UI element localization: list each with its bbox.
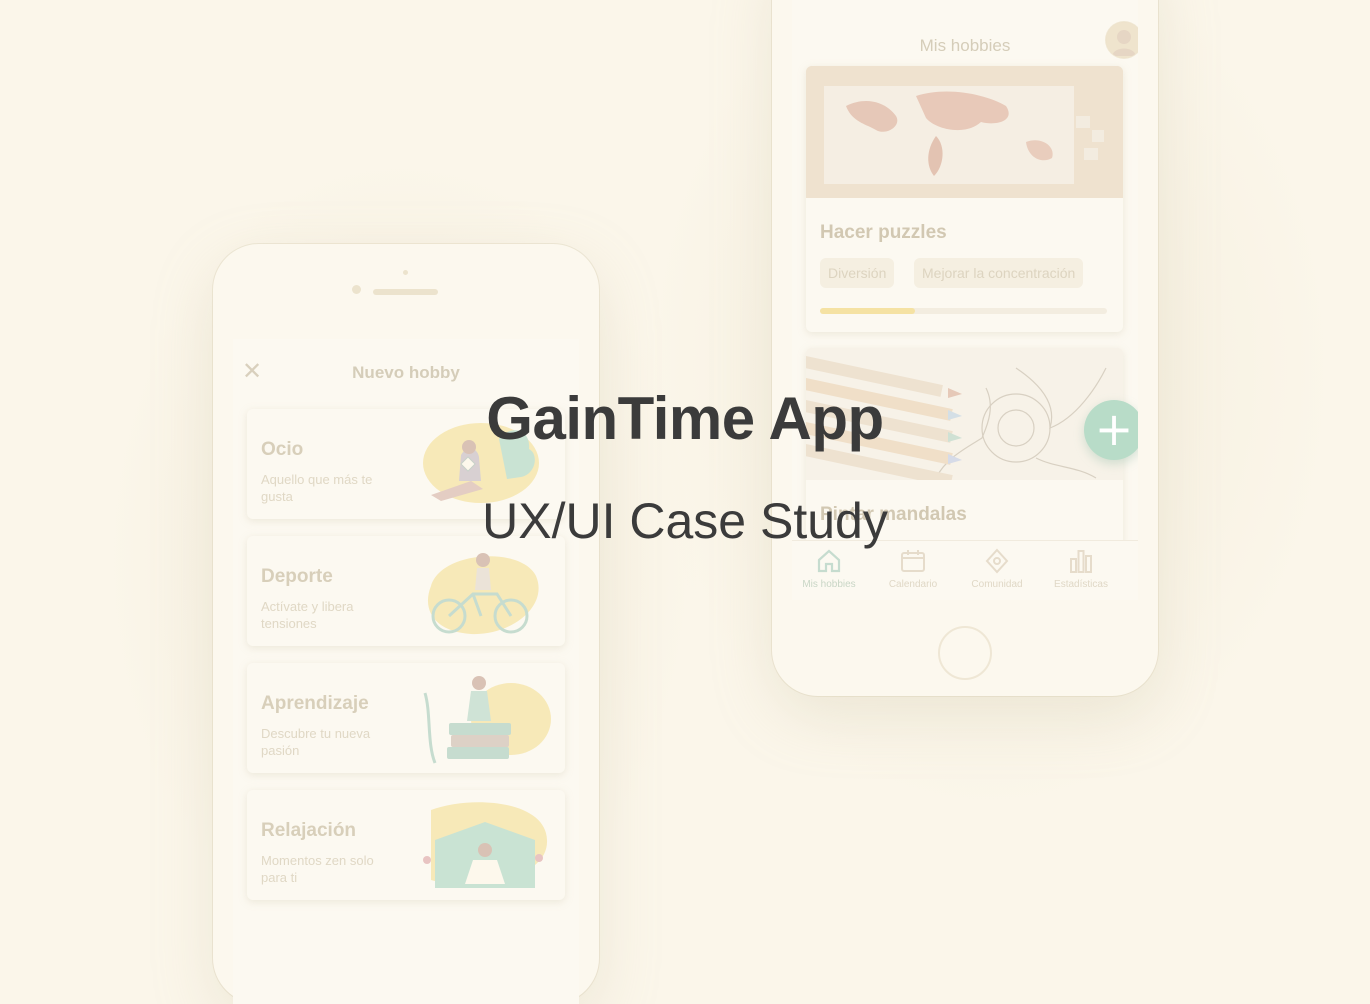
world-map-puzzle-photo (806, 66, 1123, 198)
tab-label: Comunidad (971, 579, 1023, 590)
category-card-aprendizaje[interactable]: Aprendizaje Descubre tu nueva pasión (247, 663, 565, 773)
screen-title: Mis hobbies (919, 36, 1011, 55)
home-icon (817, 549, 841, 573)
screen-title: Nuevo hobby (352, 363, 460, 382)
puzzle-image (806, 66, 1123, 198)
tab-estadisticas[interactable]: Estadísticas (1038, 547, 1124, 590)
app-title: GainTime App (486, 385, 884, 452)
category-name: Deporte (261, 566, 333, 587)
community-icon (985, 548, 1009, 574)
category-card-deporte[interactable]: Deporte Actívate y libera tensiones (247, 536, 565, 646)
category-name: Relajación (261, 820, 357, 841)
category-description: Momentos zen solo para ti (261, 853, 374, 885)
person-sitting-on-books-illustration (423, 676, 551, 764)
tab-label: Calendario (888, 579, 938, 590)
tab-comunidad[interactable]: Comunidad (954, 547, 1040, 590)
tab-label: Mis hobbies (802, 579, 856, 590)
hobby-name: Hacer puzzles (820, 222, 947, 243)
hobby-card-puzzles[interactable]: Hacer puzzles Diversión Mejorar la conce… (806, 66, 1123, 332)
phone-home-button (938, 626, 992, 680)
case-study-subtitle: UX/UI Case Study (482, 493, 888, 549)
avatar[interactable] (1106, 22, 1138, 58)
phone-mockup-new-hobby: ✕ Nuevo hobby Ocio Aquello que más te gu… (213, 244, 599, 1004)
bar-chart-icon (1070, 550, 1092, 573)
category-card-relajacion[interactable]: Relajación Momentos zen solo para ti (247, 790, 565, 900)
phone-mockup-my-hobbies: Mis hobbies Hacer puzzles Diversión Mejo… (772, 0, 1158, 696)
category-description: Descubre tu nueva pasión (261, 726, 371, 758)
tab-mis-hobbies[interactable]: Mis hobbies (792, 547, 872, 590)
category-description: Actívate y libera tensiones (261, 599, 354, 631)
hobby-progress-bar (820, 308, 1107, 314)
user-avatar-icon (1106, 22, 1138, 58)
hobby-progress-fill (820, 308, 915, 314)
person-meditating-illustration (423, 802, 548, 888)
category-name: Aprendizaje (261, 693, 369, 714)
proximity-sensor (403, 270, 408, 275)
hobby-tag: Mejorar la concentración (914, 258, 1084, 288)
calendar-icon (901, 550, 925, 572)
hobby-tag: Diversión (820, 258, 895, 288)
tab-label: Estadísticas (1054, 579, 1108, 590)
person-cycling-illustration (427, 553, 539, 635)
front-camera (352, 285, 361, 294)
tab-calendario[interactable]: Calendario (870, 547, 956, 590)
earpiece (373, 289, 438, 295)
